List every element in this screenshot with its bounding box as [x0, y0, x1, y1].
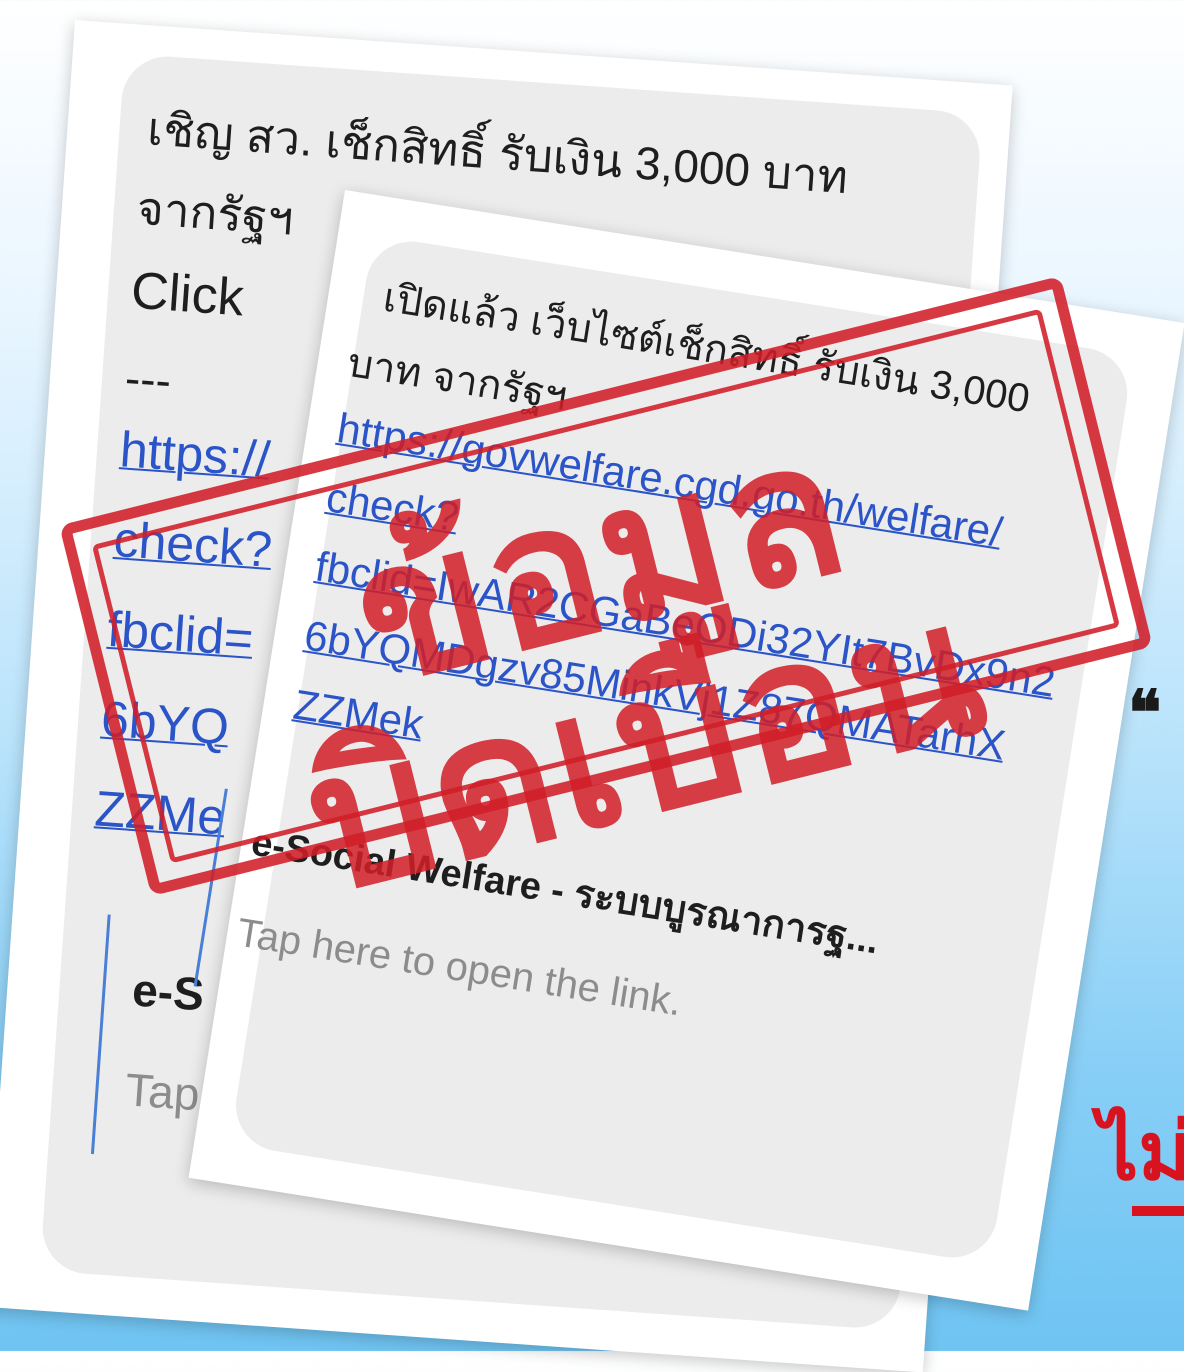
back-link-line[interactable]: https:// [118, 421, 272, 487]
side-red-heading: ไม่ [1098, 1107, 1184, 1196]
back-preview-title: e-S [130, 963, 206, 1021]
quote-mark-icon: ❝ [1128, 676, 1162, 749]
back-message-line2: จากรัฐฯ [135, 181, 296, 245]
back-preview-subtitle: Tap [123, 1063, 202, 1121]
side-red-underline [1132, 1206, 1184, 1216]
back-message-line4: --- [123, 351, 173, 407]
back-message-line3: Click [129, 261, 246, 328]
